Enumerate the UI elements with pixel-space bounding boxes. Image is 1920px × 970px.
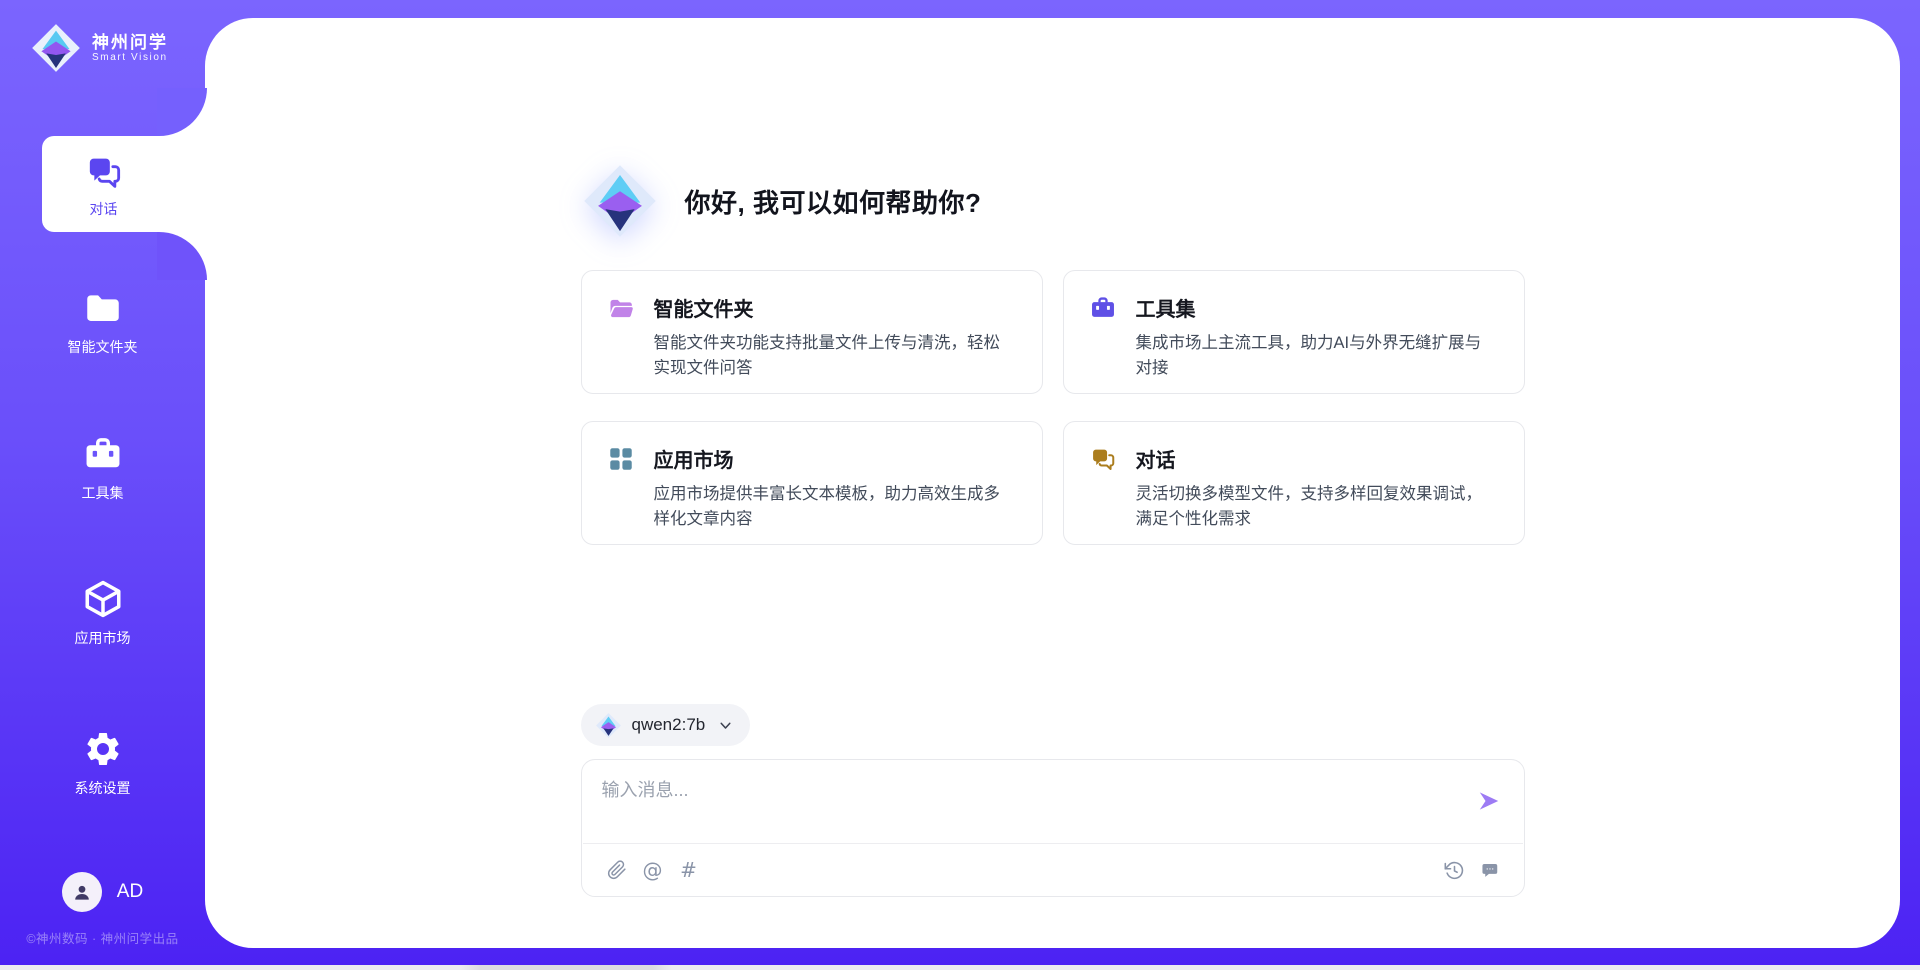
model-selector[interactable]: qwen2:7b xyxy=(581,704,751,746)
main-content-panel: 你好, 我可以如何帮助你? 智能文件夹 智能文件夹功能支持批量文件上传与清洗，轻… xyxy=(205,18,1900,948)
sidebar-item-label: 对话 xyxy=(90,199,118,219)
history-button[interactable] xyxy=(1444,858,1466,882)
sidebar-item-settings[interactable]: 系统设置 xyxy=(0,727,205,798)
model-name: qwen2:7b xyxy=(632,715,706,735)
message-input[interactable] xyxy=(602,776,1466,843)
brand-subtitle: Smart Vision xyxy=(92,52,168,63)
feature-cards: 智能文件夹 智能文件夹功能支持批量文件上传与清洗，轻松实现文件问答 工具集 集成… xyxy=(581,270,1525,545)
logo-gem-icon xyxy=(595,712,622,739)
card-app-market[interactable]: 应用市场 应用市场提供丰富长文本模板，助力高效生成多样化文章内容 xyxy=(581,421,1043,545)
card-description: 智能文件夹功能支持批量文件上传与清洗，轻松实现文件问答 xyxy=(654,331,1016,381)
history-icon xyxy=(1444,860,1465,881)
composer: @ # xyxy=(581,759,1525,897)
folder-icon xyxy=(81,286,125,330)
send-arrow-icon xyxy=(1476,788,1502,814)
sidebar-item-chat[interactable]: 对话 xyxy=(42,136,207,232)
hash-icon[interactable]: # xyxy=(678,858,700,882)
person-icon xyxy=(70,880,94,904)
grid-icon xyxy=(607,445,635,473)
card-description: 应用市场提供丰富长文本模板，助力高效生成多样化文章内容 xyxy=(654,482,1016,532)
paperclip-icon xyxy=(607,860,627,880)
user-initials: AD xyxy=(117,881,143,903)
sidebar-item-label: 系统设置 xyxy=(75,778,131,798)
feedback-button[interactable] xyxy=(1480,858,1502,882)
sidebar-item-tools[interactable]: 工具集 xyxy=(0,432,205,503)
sidebar-item-folders[interactable]: 智能文件夹 xyxy=(0,286,205,357)
send-button[interactable] xyxy=(1476,788,1502,814)
briefcase-icon xyxy=(1089,294,1117,322)
brand-name: 神州问学 xyxy=(92,33,168,53)
chat-bubbles-icon xyxy=(1089,445,1117,473)
card-toolkit[interactable]: 工具集 集成市场上主流工具，助力AI与外界无缝扩展与对接 xyxy=(1063,270,1525,394)
logo-gem-icon xyxy=(581,162,659,240)
chat-bubbles-icon xyxy=(82,150,126,194)
at-icon[interactable]: @ xyxy=(642,858,664,882)
folder-open-icon xyxy=(607,294,635,322)
card-title: 应用市场 xyxy=(654,444,1016,473)
tab-fillet-top xyxy=(157,88,207,136)
greeting-text: 你好, 我可以如何帮助你? xyxy=(685,183,982,220)
sidebar-item-label: 应用市场 xyxy=(75,628,131,648)
sidebar-item-label: 工具集 xyxy=(82,483,124,503)
card-smart-folder[interactable]: 智能文件夹 智能文件夹功能支持批量文件上传与清洗，轻松实现文件问答 xyxy=(581,270,1043,394)
user-profile[interactable]: AD xyxy=(0,872,205,912)
chat-bubble-icon xyxy=(1480,860,1501,881)
briefcase-icon xyxy=(81,432,125,476)
logo-gem-icon xyxy=(30,22,82,74)
cube-icon xyxy=(81,577,125,621)
sidebar-item-label: 智能文件夹 xyxy=(68,337,138,357)
card-chat[interactable]: 对话 灵活切换多模型文件，支持多样回复效果调试，满足个性化需求 xyxy=(1063,421,1525,545)
card-title: 智能文件夹 xyxy=(654,293,1016,322)
greeting: 你好, 我可以如何帮助你? xyxy=(581,162,1525,240)
avatar xyxy=(62,872,102,912)
card-title: 对话 xyxy=(1136,444,1498,473)
window-edge xyxy=(0,965,1920,970)
chevron-down-icon xyxy=(717,717,734,734)
tab-fillet-bottom xyxy=(157,232,207,280)
gear-icon xyxy=(81,727,125,771)
sidebar: 神州问学 Smart Vision 对话 智能文件夹 xyxy=(0,0,205,970)
sidebar-item-market[interactable]: 应用市场 xyxy=(0,577,205,648)
card-title: 工具集 xyxy=(1136,293,1498,322)
card-description: 灵活切换多模型文件，支持多样回复效果调试，满足个性化需求 xyxy=(1136,482,1498,532)
attach-button[interactable] xyxy=(606,858,628,882)
sidebar-footer: ©神州数码 · 神州问学出品 xyxy=(0,928,205,947)
card-description: 集成市场上主流工具，助力AI与外界无缝扩展与对接 xyxy=(1136,331,1498,381)
brand: 神州问学 Smart Vision xyxy=(30,22,168,74)
